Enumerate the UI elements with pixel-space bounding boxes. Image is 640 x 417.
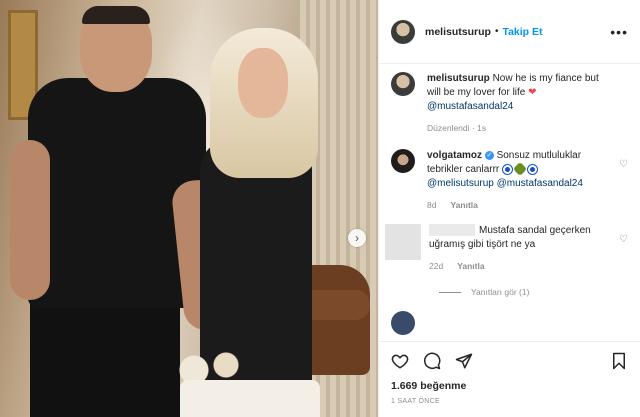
action-icons xyxy=(391,352,628,370)
caption-meta: Düzenlendi · 1s xyxy=(427,123,487,133)
commenter-avatar[interactable] xyxy=(391,311,415,335)
post-photo[interactable]: › xyxy=(0,0,378,417)
caption: melisutsurup Now he is my fiance but wil… xyxy=(391,72,628,135)
edited-label: Düzenlendi xyxy=(427,123,470,133)
caption-mention[interactable]: @mustafasandal24 xyxy=(427,101,513,112)
blurred-username[interactable] xyxy=(429,224,475,237)
reply-button[interactable]: Yanıtla xyxy=(450,198,477,212)
posted-time: 1 SAAT ÖNCE xyxy=(391,398,440,405)
verified-badge-icon: ✓ xyxy=(484,150,494,160)
follow-button[interactable]: Takip Et xyxy=(502,26,542,38)
view-replies-button[interactable]: Yanıtları gör (1) xyxy=(439,287,628,297)
post-actions: 1.669 beğenme 1 SAAT ÖNCE xyxy=(379,341,640,405)
more-options-icon[interactable]: ••• xyxy=(610,24,628,40)
nazar-emoji-icon xyxy=(528,164,538,174)
blurred-avatar[interactable] xyxy=(385,224,421,260)
post-panel: melisutsurup • Takip Et ••• melisutsurup… xyxy=(378,0,640,417)
heart-emoji: ❤ xyxy=(528,87,537,98)
chevron-right-icon: › xyxy=(355,231,359,245)
avatar[interactable] xyxy=(391,19,415,44)
cake xyxy=(180,380,320,417)
woman-face xyxy=(238,48,288,118)
caption-text: melisutsurup Now he is my fiance but wil… xyxy=(427,72,607,135)
nazar-emoji-icon xyxy=(503,164,513,174)
view-replies-label: Yanıtları gör (1) xyxy=(471,287,530,297)
reply-button[interactable]: Yanıtla xyxy=(457,259,484,273)
comment-meta: 8d Yanıtla xyxy=(427,198,607,212)
commenter-avatar[interactable] xyxy=(391,149,415,173)
next-photo-button[interactable]: › xyxy=(348,229,366,247)
caption-username[interactable]: melisutsurup xyxy=(427,73,490,84)
caption-avatar[interactable] xyxy=(391,72,415,96)
man-hair xyxy=(82,6,150,24)
comment-text: volgatamoz ✓ Sonsuz mutluluklar tebrikle… xyxy=(427,149,607,212)
bookmark-icon[interactable] xyxy=(610,352,628,370)
comment-item: Mustafa sandal geçerken uğramış gibi tiş… xyxy=(385,224,628,273)
comment-time: 8d xyxy=(427,200,437,210)
author-username[interactable]: melisutsurup xyxy=(425,26,491,38)
man-legs xyxy=(30,300,180,417)
comment-like-heart-icon[interactable]: ♡ xyxy=(619,159,628,170)
separator-dot: • xyxy=(494,26,499,37)
clover-emoji-icon xyxy=(512,162,528,177)
replies-divider xyxy=(439,291,461,293)
comment-time: 22d xyxy=(429,261,444,271)
comment-mentions[interactable]: @melisutsurup @mustafasandal24 xyxy=(427,178,583,189)
like-heart-icon[interactable] xyxy=(391,352,409,370)
likes-count[interactable]: 1.669 beğenme xyxy=(391,380,628,392)
comment-meta: 22d Yanıtla xyxy=(429,259,615,273)
comments-list[interactable]: melisutsurup Now he is my fiance but wil… xyxy=(379,64,640,341)
comment-text: Mustafa sandal geçerken uğramış gibi tiş… xyxy=(429,224,615,273)
comment-item-partial xyxy=(391,311,628,335)
post-header: melisutsurup • Takip Et ••• xyxy=(379,0,640,64)
caption-time: 1s xyxy=(477,123,487,133)
comment-like-heart-icon[interactable]: ♡ xyxy=(619,234,628,245)
comment-username[interactable]: volgatamoz xyxy=(427,150,482,161)
comment-item: volgatamoz ✓ Sonsuz mutluluklar tebrikle… xyxy=(391,149,628,212)
man-left-arm xyxy=(10,140,50,300)
share-paper-plane-icon[interactable] xyxy=(455,352,473,370)
comment-bubble-icon[interactable] xyxy=(423,352,441,370)
